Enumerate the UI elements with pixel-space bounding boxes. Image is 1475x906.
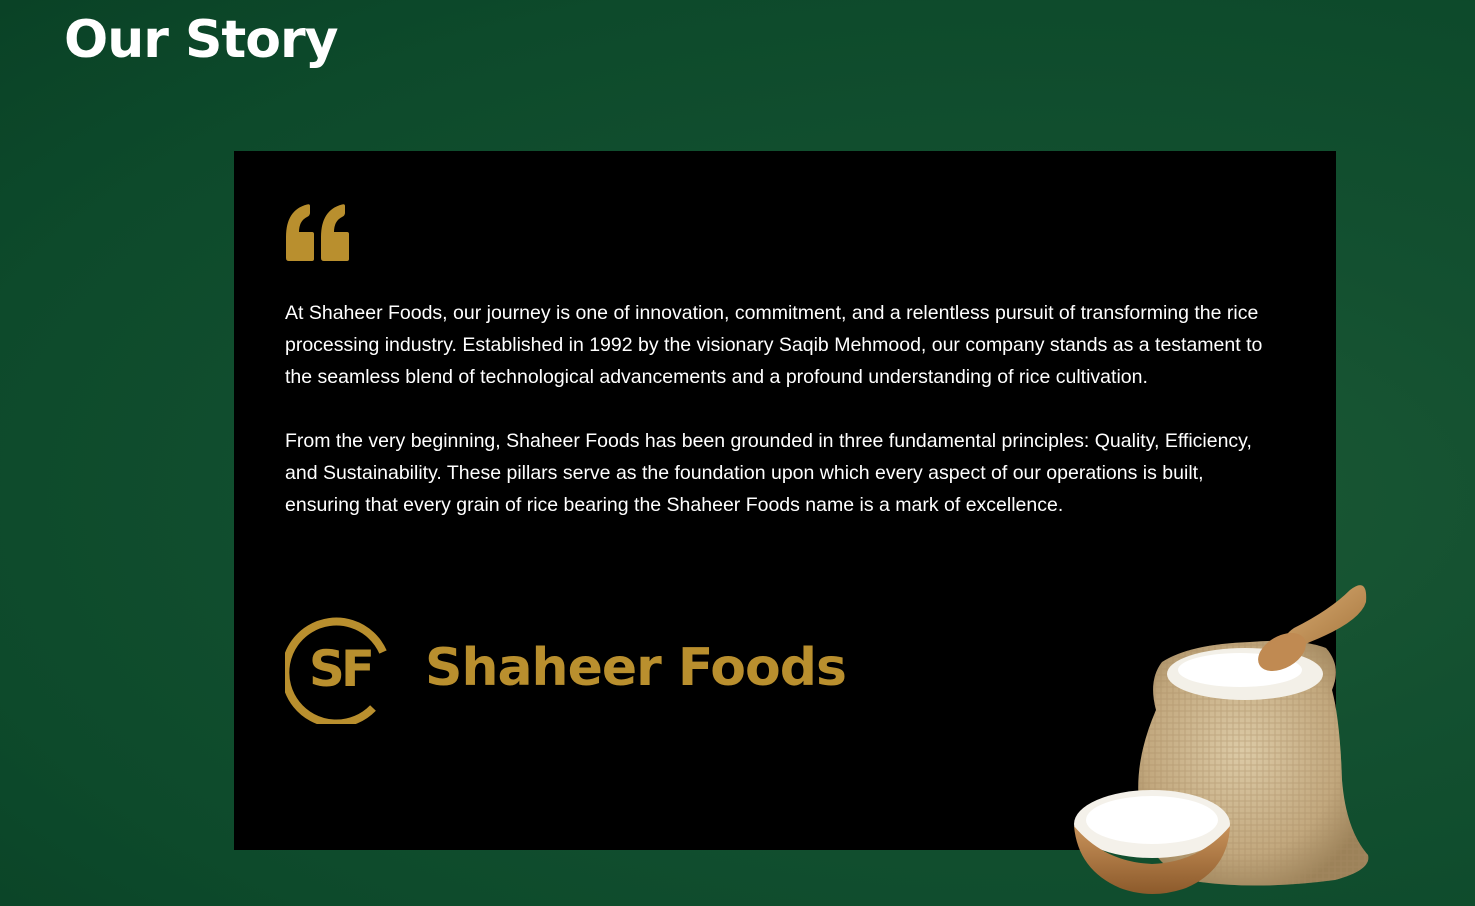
brand-monogram: SF [309,640,371,698]
page-title: Our Story [64,10,339,70]
story-text: At Shaheer Foods, our journey is one of … [285,297,1280,553]
story-paragraph: From the very beginning, Shaheer Foods h… [285,430,1252,516]
rice-sack-illustration [1074,585,1369,894]
quote-icon [286,204,349,261]
story-paragraph: At Shaheer Foods, our journey is one of … [285,302,1263,388]
brand-name: Shaheer Foods [425,638,847,698]
brand-logo: SF Shaheer Foods [285,612,847,724]
shaheer-foods-logo-icon: SF [285,617,387,724]
